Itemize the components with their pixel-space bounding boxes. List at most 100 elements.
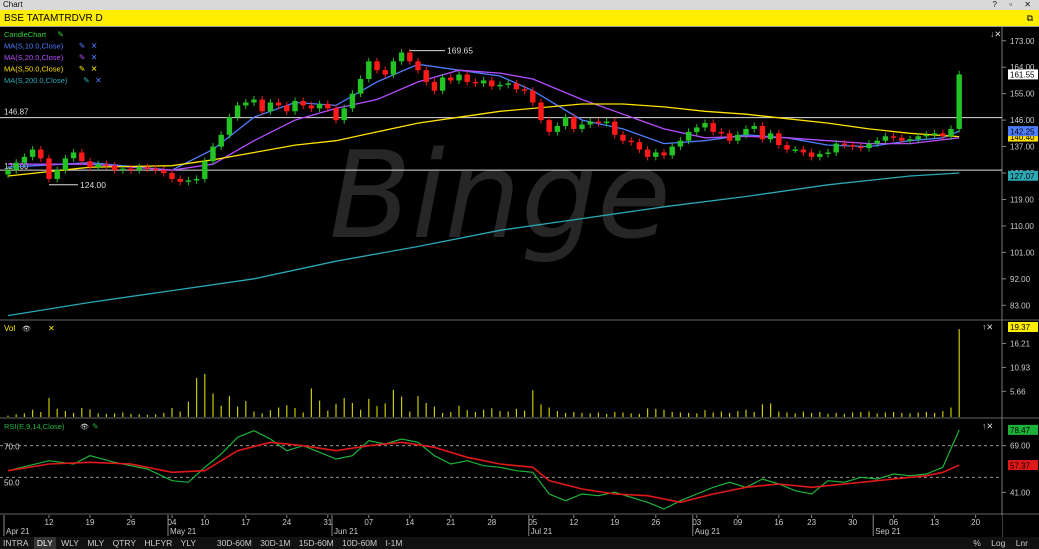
x-day-label: 24	[282, 518, 291, 527]
rsi-tag-label: 78.47	[1010, 426, 1031, 435]
candle	[161, 170, 167, 174]
candle	[234, 105, 241, 118]
period-halfyearly[interactable]: HLFYR	[141, 537, 175, 549]
price-panel-icons: ↓✕	[990, 29, 1001, 39]
candle	[5, 170, 11, 175]
high-annotation-label: 169.65	[447, 46, 473, 56]
eye-icon: 👁	[22, 325, 31, 333]
price-tick-label: 92.00	[1010, 275, 1031, 284]
legend-label: CandleChart	[4, 30, 47, 39]
candle	[366, 61, 372, 79]
price-tag-label: 127.07	[1010, 172, 1035, 181]
log-scale-button[interactable]: Log	[987, 537, 1009, 549]
period-monthly[interactable]: MLY	[84, 537, 107, 549]
price-tick-label: 110.00	[1010, 222, 1034, 231]
price-tick-label: 83.00	[1010, 301, 1031, 310]
candle	[718, 131, 725, 134]
candle	[292, 101, 298, 112]
candle	[152, 168, 159, 171]
candle	[169, 173, 175, 179]
maximize-icon[interactable]: ▫	[1009, 0, 1017, 9]
edit-icon: ✎	[83, 76, 90, 85]
candle	[554, 126, 561, 132]
candle	[120, 168, 126, 171]
x-day-label: 26	[651, 518, 660, 527]
x-day-label: 28	[487, 518, 496, 527]
edit-icon: ✎	[92, 422, 99, 431]
candle	[562, 117, 569, 126]
restore-icon[interactable]: ⧉	[1027, 10, 1033, 27]
period-intra[interactable]: INTRA	[0, 537, 32, 549]
edit-icon: ✎	[79, 65, 86, 74]
window-controls[interactable]: ? ▫ ✕	[993, 0, 1036, 10]
rsi-tick-label: 69.00	[1010, 442, 1031, 451]
candle	[480, 80, 487, 84]
candle	[612, 121, 618, 135]
close-icon[interactable]: ✕	[1024, 0, 1036, 9]
x-day-label: 09	[733, 518, 742, 527]
candle	[357, 78, 364, 94]
candle	[497, 84, 503, 87]
period-weekly[interactable]: WLY	[58, 537, 82, 549]
candle	[931, 133, 938, 135]
intraday-30d-1m[interactable]: 30D-1M	[257, 537, 293, 549]
price-tag-label: 142.25	[1010, 127, 1035, 136]
intraday-10d-60m[interactable]: 10D-60M	[339, 537, 380, 549]
x-day-label: 07	[364, 518, 373, 527]
intraday-15d-60m[interactable]: 15D-60M	[296, 537, 337, 549]
x-day-label: 21	[446, 518, 455, 527]
x-day-label: 12	[569, 518, 578, 527]
candle	[62, 158, 69, 171]
candle	[890, 136, 897, 138]
eye-icon: 👁	[80, 423, 89, 431]
intraday-i-1m[interactable]: I-1M	[382, 537, 405, 549]
candle	[956, 74, 962, 129]
candle	[54, 170, 60, 179]
candle	[46, 158, 52, 179]
linear-scale-button[interactable]: Lnr	[1012, 537, 1032, 549]
candle	[669, 146, 675, 156]
price-tick-label: 173.00	[1010, 37, 1035, 46]
x-day-label: 31	[323, 518, 332, 527]
period-quarterly[interactable]: QTRY	[110, 537, 139, 549]
help-icon[interactable]: ?	[993, 0, 1002, 9]
candle	[111, 165, 118, 171]
candle	[546, 120, 552, 132]
candle	[464, 74, 470, 82]
candle	[751, 126, 757, 129]
low-annotation-label: 124.00	[80, 180, 106, 190]
period-yearly[interactable]: YLY	[178, 537, 199, 549]
x-day-label: 19	[610, 518, 619, 527]
x-day-label: 12	[45, 518, 54, 527]
candle	[87, 161, 93, 168]
volume-tick-label: 5.66	[1010, 387, 1026, 396]
rsi-tag-label: 57.37	[1010, 461, 1031, 470]
candle	[759, 126, 766, 140]
candle	[144, 167, 151, 169]
candle	[136, 167, 142, 171]
candle	[767, 133, 774, 140]
chart-area[interactable]: Binge146.87129.00169.65124.00173.00164.0…	[0, 27, 1039, 537]
close-icon: ✕	[91, 65, 98, 74]
intraday-30d-60m[interactable]: 30D-60M	[214, 537, 255, 549]
period-daily[interactable]: DLY	[33, 537, 56, 549]
price-tick-label: 155.00	[1010, 90, 1035, 99]
percent-scale-button[interactable]: %	[969, 537, 985, 549]
candle	[275, 102, 282, 106]
candle	[940, 133, 946, 137]
x-month-label: Sep 21	[875, 527, 901, 536]
candle	[398, 52, 405, 62]
candle	[38, 149, 44, 159]
x-day-label: 23	[807, 518, 816, 527]
x-day-label: 06	[889, 518, 898, 527]
candle	[472, 81, 479, 84]
candle	[907, 139, 913, 141]
candle	[874, 140, 880, 144]
candle	[579, 124, 585, 129]
rsi-panel-icons: ↑✕	[982, 421, 993, 431]
candle	[431, 81, 438, 91]
x-day-label: 14	[405, 518, 414, 527]
candle	[521, 89, 528, 91]
candle	[251, 99, 257, 103]
x-day-label: 17	[241, 518, 250, 527]
